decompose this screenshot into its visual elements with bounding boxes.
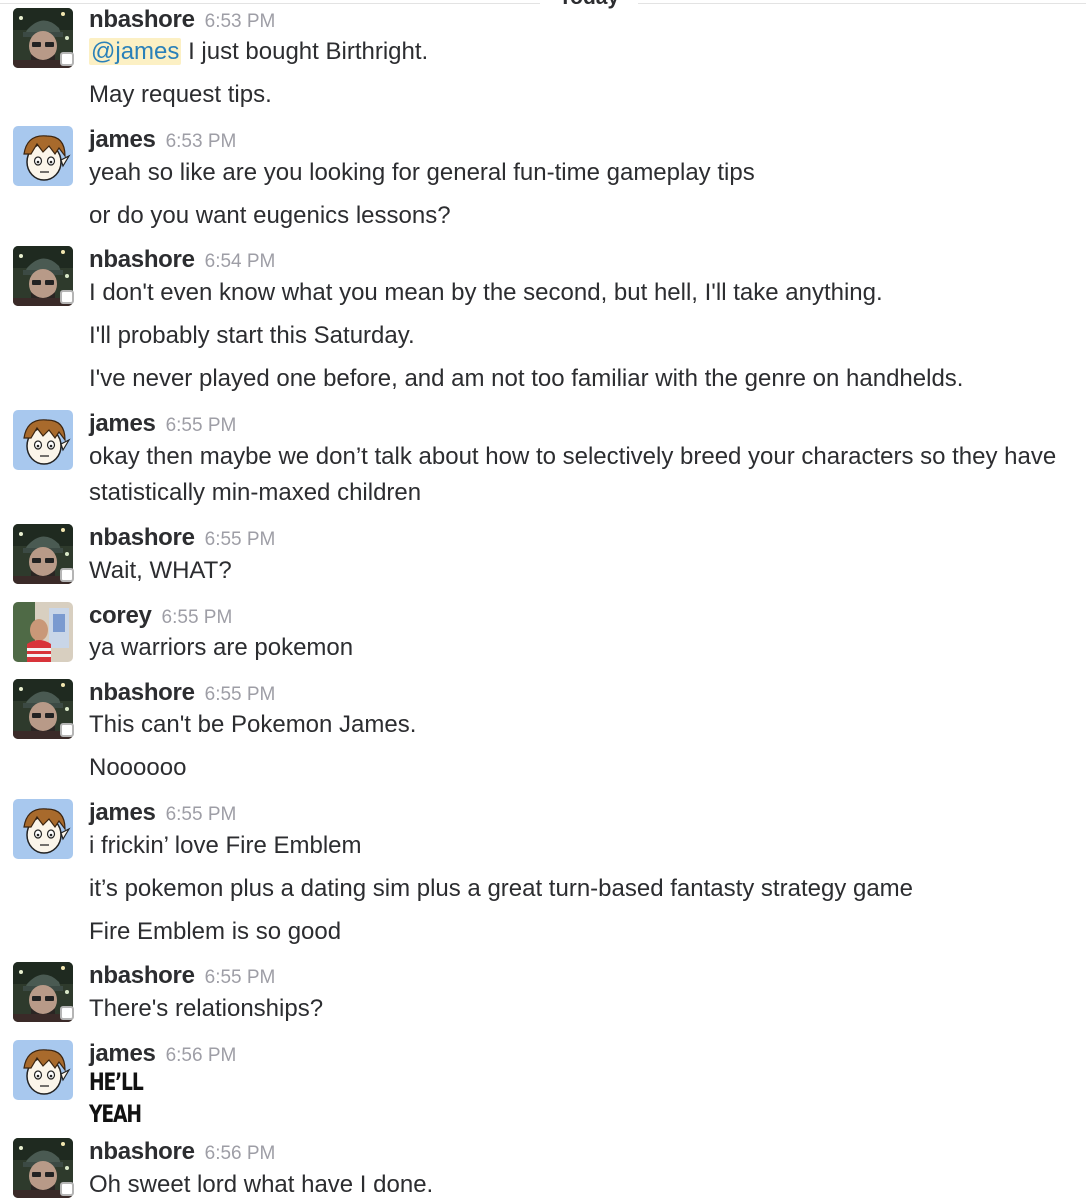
message-text: i frickin’ love Fire Emblem <box>89 832 362 859</box>
author-name[interactable]: nbashore <box>89 1138 195 1165</box>
message-text: or do you want eugenics lessons? <box>89 202 451 229</box>
author-name[interactable]: james <box>89 410 156 437</box>
message-header: nbashore 6:56 PM <box>89 1138 275 1166</box>
message-text: Oh sweet lord what have I done. <box>89 1171 434 1198</box>
author-name[interactable]: james <box>89 799 156 826</box>
mention-link[interactable]: @james <box>89 38 182 65</box>
message-text: I'll probably start this Saturday. <box>89 322 415 349</box>
message-text: HE’LL <box>89 1068 144 1096</box>
timestamp[interactable]: 6:53 PM <box>205 11 276 32</box>
timestamp[interactable]: 6:55 PM <box>166 804 237 825</box>
presence-indicator <box>60 723 74 737</box>
message-text: it’s pokemon plus a dating sim plus a gr… <box>89 875 914 902</box>
message-header: james 6:55 PM <box>89 799 236 827</box>
avatar-james[interactable] <box>13 410 73 470</box>
author-name[interactable]: nbashore <box>89 246 195 273</box>
message-header: james 6:56 PM <box>89 1040 236 1068</box>
day-divider-label: Today <box>540 0 638 10</box>
timestamp[interactable]: 6:56 PM <box>205 1143 276 1164</box>
message-text: There's relationships? <box>89 995 324 1022</box>
avatar-corey[interactable] <box>13 602 73 662</box>
author-name[interactable]: james <box>89 1040 156 1067</box>
presence-indicator <box>60 568 74 582</box>
message-text: yeah so like are you looking for general… <box>89 159 755 186</box>
timestamp[interactable]: 6:55 PM <box>162 607 233 628</box>
message-text: @james I just bought Birthright. <box>89 38 429 65</box>
message-text: okay then maybe we don’t talk about how … <box>89 443 1057 470</box>
message-header: james 6:55 PM <box>89 410 236 438</box>
message-header: nbashore 6:54 PM <box>89 246 275 274</box>
author-name[interactable]: james <box>89 126 156 153</box>
message-header: corey 6:55 PM <box>89 602 232 630</box>
presence-indicator <box>60 1182 74 1196</box>
timestamp[interactable]: 6:53 PM <box>166 131 237 152</box>
message-text: ya warriors are pokemon <box>89 634 354 661</box>
message-text: Wait, WHAT? <box>89 557 232 584</box>
avatar-james[interactable] <box>13 799 73 859</box>
presence-indicator <box>60 52 74 66</box>
message-header: james 6:53 PM <box>89 126 236 154</box>
message-list[interactable]: Today nbashore 6:53 PM @james I just boug… <box>0 0 1086 1200</box>
avatar-james[interactable] <box>13 1040 73 1100</box>
author-name[interactable]: corey <box>89 602 152 629</box>
presence-indicator <box>60 1006 74 1020</box>
timestamp[interactable]: 6:55 PM <box>205 529 276 550</box>
message-header: nbashore 6:55 PM <box>89 962 275 990</box>
timestamp[interactable]: 6:55 PM <box>166 415 237 436</box>
message-header: nbashore 6:55 PM <box>89 524 275 552</box>
author-name[interactable]: nbashore <box>89 6 195 33</box>
author-name[interactable]: nbashore <box>89 962 195 989</box>
message-text: I don't even know what you mean by the s… <box>89 279 883 306</box>
timestamp[interactable]: 6:56 PM <box>166 1045 237 1066</box>
message-text: This can't be Pokemon James. <box>89 711 417 738</box>
message-text: May request tips. <box>89 81 272 108</box>
message-text: Noooooo <box>89 754 187 781</box>
timestamp[interactable]: 6:54 PM <box>205 251 276 272</box>
presence-indicator <box>60 290 74 304</box>
author-name[interactable]: nbashore <box>89 524 195 551</box>
message-text: statistically min-maxed children <box>89 479 422 506</box>
message-header: nbashore 6:55 PM <box>89 679 275 707</box>
message-header: nbashore 6:53 PM <box>89 6 275 34</box>
timestamp[interactable]: 6:55 PM <box>205 967 276 988</box>
timestamp[interactable]: 6:55 PM <box>205 684 276 705</box>
author-name[interactable]: nbashore <box>89 679 195 706</box>
message-text: Fire Emblem is so good <box>89 918 342 945</box>
avatar-james[interactable] <box>13 126 73 186</box>
message-text: I've never played one before, and am not… <box>89 365 964 392</box>
message-text: YEAH <box>89 1100 142 1128</box>
